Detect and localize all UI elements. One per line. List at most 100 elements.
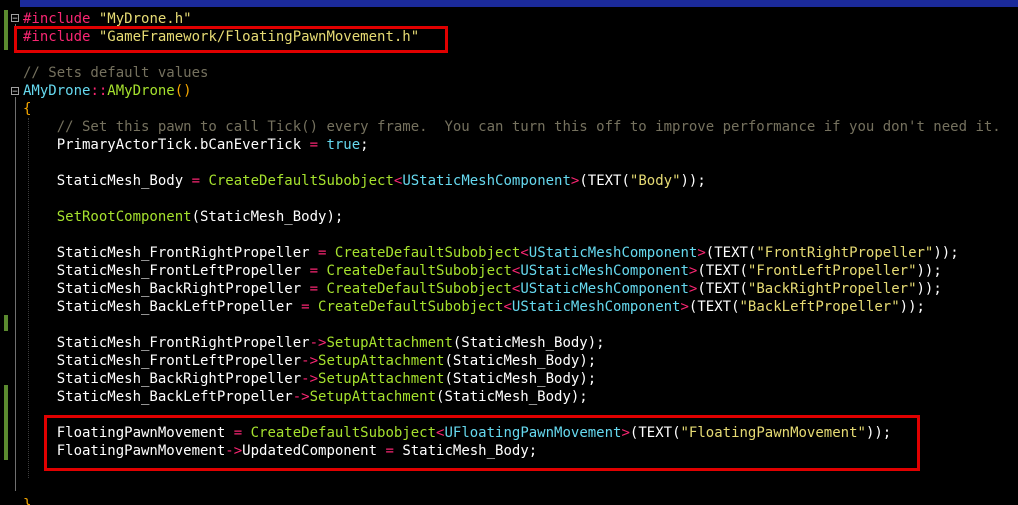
- code-token: (TEXT(: [697, 281, 748, 297]
- code-token: (StaticMesh_Body);: [436, 389, 588, 405]
- code-line[interactable]: {: [23, 100, 31, 118]
- code-token: {: [23, 101, 32, 117]
- code-token: CreateDefaultSubobject: [326, 263, 512, 279]
- code-line[interactable]: StaticMesh_FrontLeftPropeller = CreateDe…: [23, 262, 942, 280]
- code-token: <: [520, 245, 529, 261]
- code-token: UStaticMeshComponent: [520, 263, 689, 279]
- code-line[interactable]: StaticMesh_BackLeftPropeller->SetupAttac…: [23, 388, 588, 406]
- fold-range-line: [15, 97, 16, 491]
- code-token: >: [697, 245, 706, 261]
- code-token: StaticMesh_FrontRightPropeller: [23, 335, 310, 351]
- code-token: "FrontLeftPropeller": [747, 263, 917, 279]
- code-token: =: [309, 263, 319, 279]
- code-line[interactable]: // Sets default values: [23, 64, 208, 82]
- code-token: #include: [23, 11, 91, 27]
- code-token: CreateDefaultSubobject: [208, 173, 394, 189]
- code-line[interactable]: StaticMesh_BackRightPropeller->SetupAtta…: [23, 370, 596, 388]
- code-token: (StaticMesh_Body);: [444, 371, 597, 387]
- highlight-include: [14, 26, 448, 53]
- code-token: CreateDefaultSubobject: [318, 299, 504, 315]
- code-token: // Sets default values: [23, 65, 209, 81]
- code-token: ));: [933, 245, 959, 261]
- code-token: StaticMesh_Body: [23, 173, 192, 189]
- code-token: UStaticMeshComponent: [528, 245, 698, 261]
- change-marker: [4, 385, 8, 460]
- code-token: SetupAttachment: [318, 353, 445, 369]
- code-line[interactable]: StaticMesh_BackRightPropeller = CreateDe…: [23, 280, 942, 298]
- code-token: StaticMesh_FrontRightPropeller: [23, 245, 319, 261]
- code-line[interactable]: SetRootComponent(StaticMesh_Body);: [23, 208, 344, 226]
- code-token: UStaticMeshComponent: [511, 299, 681, 315]
- code-token: ));: [916, 263, 942, 279]
- code-token: ));: [680, 173, 706, 189]
- code-token: =: [191, 173, 201, 189]
- code-token: <: [503, 299, 512, 315]
- code-token: AMyDrone: [107, 83, 175, 99]
- code-token: ->: [292, 389, 310, 405]
- code-token: SetupAttachment: [309, 389, 437, 405]
- code-token: StaticMesh_BackRightPropeller: [23, 371, 302, 387]
- code-token: CreateDefaultSubobject: [326, 281, 512, 297]
- code-line[interactable]: StaticMesh_Body = CreateDefaultSubobject…: [23, 172, 706, 190]
- fold-toggle-icon[interactable]: −: [11, 14, 19, 24]
- code-token: (TEXT(: [579, 173, 630, 189]
- code-line[interactable]: AMyDrone::AMyDrone(): [23, 82, 192, 100]
- code-line[interactable]: }: [23, 496, 31, 505]
- code-token: "BackLeftPropeller": [739, 299, 900, 315]
- code-token: (TEXT(: [697, 263, 748, 279]
- code-line[interactable]: StaticMesh_FrontRightPropeller->SetupAtt…: [23, 334, 605, 352]
- code-token: ));: [899, 299, 925, 315]
- code-token: =: [309, 137, 319, 153]
- code-token: ;: [360, 137, 369, 153]
- code-token: }: [23, 497, 32, 505]
- code-token: (): [174, 83, 192, 99]
- change-marker: [4, 315, 8, 331]
- code-editor[interactable]: − − #include "MyDrone.h" #include "GameFr…: [0, 0, 1018, 505]
- code-token: (TEXT(: [688, 299, 740, 315]
- code-token: "Body": [629, 173, 681, 189]
- code-token: StaticMesh_BackRightPropeller: [23, 281, 310, 297]
- code-line[interactable]: StaticMesh_FrontLeftPropeller->SetupAtta…: [23, 352, 596, 370]
- code-token: ::: [90, 83, 108, 99]
- code-line[interactable]: PrimaryActorTick.bCanEverTick = true;: [23, 136, 369, 154]
- code-token: "FrontRightPropeller": [756, 245, 934, 261]
- code-token: =: [309, 281, 319, 297]
- editor-tab-strip: [20, 0, 1018, 7]
- code-token: ->: [309, 335, 327, 351]
- code-token: StaticMesh_FrontLeftPropeller: [23, 263, 310, 279]
- code-token: UStaticMeshComponent: [402, 173, 571, 189]
- code-token: PrimaryActorTick.bCanEverTick: [23, 137, 310, 153]
- code-token: true: [326, 137, 361, 153]
- fold-toggle-icon[interactable]: −: [11, 87, 19, 97]
- code-token: ->: [301, 371, 319, 387]
- code-token: (StaticMesh_Body);: [191, 209, 344, 225]
- code-token: (TEXT(: [705, 245, 757, 261]
- code-token: ));: [916, 281, 942, 297]
- code-token: (StaticMesh_Body);: [444, 353, 597, 369]
- code-token: SetupAttachment: [326, 335, 453, 351]
- code-token: "BackRightPropeller": [747, 281, 917, 297]
- code-token: CreateDefaultSubobject: [334, 245, 521, 261]
- code-line[interactable]: // Set this pawn to call Tick() every fr…: [23, 118, 1001, 136]
- code-line[interactable]: StaticMesh_FrontRightPropeller = CreateD…: [23, 244, 959, 262]
- change-marker: [4, 10, 8, 50]
- code-token: >: [680, 299, 689, 315]
- code-line[interactable]: StaticMesh_BackLeftPropeller = CreateDef…: [23, 298, 925, 316]
- code-token: ->: [301, 353, 319, 369]
- code-token: StaticMesh_BackLeftPropeller: [23, 299, 302, 315]
- code-token: SetupAttachment: [318, 371, 445, 387]
- code-token: "MyDrone.h": [98, 11, 192, 27]
- code-token: =: [301, 299, 310, 315]
- code-token: (StaticMesh_Body);: [452, 335, 605, 351]
- code-token: UStaticMeshComponent: [520, 281, 689, 297]
- code-token: SetRootComponent: [56, 209, 192, 225]
- code-token: StaticMesh_BackLeftPropeller: [23, 389, 293, 405]
- highlight-floating-pawn-movement: [44, 415, 920, 471]
- code-token: StaticMesh_FrontLeftPropeller: [23, 353, 302, 369]
- code-token: // Set this pawn to call Tick() every fr…: [56, 119, 1001, 135]
